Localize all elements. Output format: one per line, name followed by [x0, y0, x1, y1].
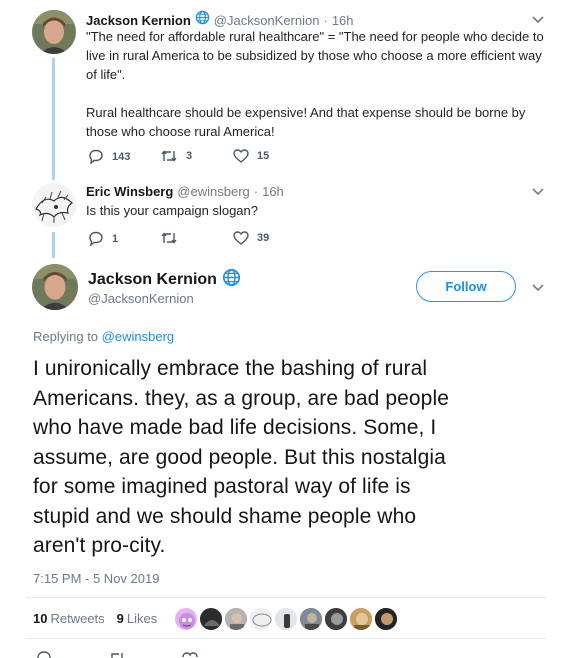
- author-name[interactable]: Jackson Kernion: [88, 271, 217, 289]
- text-line: assume, are good people. But this nostal…: [33, 445, 446, 469]
- text-line: those who choose rural America!: [86, 124, 275, 139]
- text-line: for some imagined pastoral way of life i…: [33, 475, 411, 498]
- reply-button[interactable]: 143: [88, 149, 130, 164]
- text-line: live in rural America to be subsidized b…: [86, 48, 542, 63]
- globe-icon: [222, 268, 241, 292]
- chevron-down-icon[interactable]: [532, 284, 544, 292]
- tweet-time[interactable]: 16h: [332, 13, 354, 28]
- tweet-header: Eric Winsberg @ewinsberg · 16h: [86, 184, 284, 199]
- like-button[interactable]: 39: [233, 231, 269, 245]
- reply-icon: [89, 149, 103, 164]
- text-line: stupid and we should shame people who: [33, 504, 417, 528]
- retweets-label: Retweets: [50, 611, 105, 626]
- main-tweet-text: I unironically embrace the bashing of ru…: [33, 354, 543, 561]
- like-button[interactable]: 15: [233, 149, 269, 163]
- text-line: who have made bad life decisions. Some, …: [33, 416, 437, 439]
- liker-avatar[interactable]: [224, 607, 248, 631]
- reply-count: 1: [112, 232, 119, 245]
- retweets-stat[interactable]: 10 Retweets: [33, 611, 105, 626]
- thread-line: [52, 58, 55, 180]
- text-line: [86, 84, 556, 103]
- tweet-text: "The need for affordable rural healthcar…: [86, 27, 556, 141]
- text-line: "The need for affordable rural healthcar…: [86, 29, 544, 44]
- liker-avatar[interactable]: [174, 607, 198, 631]
- reply-icon: [89, 231, 103, 246]
- main-author[interactable]: Jackson Kernion: [88, 268, 241, 292]
- text-line: Rural healthcare should be expensive! An…: [86, 105, 526, 120]
- reply-count: 143: [112, 150, 131, 163]
- liker-avatar[interactable]: [274, 607, 298, 631]
- divider: [26, 638, 546, 639]
- avatar[interactable]: [32, 183, 76, 227]
- replying-prefix: Replying to: [33, 329, 99, 344]
- reply-button[interactable]: 1: [88, 231, 118, 246]
- retweet-button[interactable]: 3: [160, 149, 192, 163]
- like-count: 15: [257, 150, 270, 162]
- reply-icon[interactable]: [36, 650, 52, 658]
- replying-to-link[interactable]: @ewinsberg: [102, 329, 174, 344]
- retweet-icon: [161, 150, 177, 162]
- author-handle[interactable]: @JacksonKernion: [214, 13, 320, 28]
- retweets-count: 10: [33, 611, 48, 626]
- avatar[interactable]: [32, 10, 76, 54]
- timestamp[interactable]: 7:15 PM - 5 Nov 2019: [33, 571, 159, 586]
- author-name[interactable]: Eric Winsberg: [86, 184, 173, 199]
- likes-stat[interactable]: 9 Likes: [117, 611, 158, 626]
- follow-button[interactable]: Follow: [416, 271, 516, 302]
- retweet-button[interactable]: [160, 231, 186, 245]
- liker-avatar[interactable]: [199, 607, 223, 631]
- separator: ·: [253, 184, 259, 199]
- divider: [26, 597, 546, 598]
- likes-label: Likes: [126, 611, 158, 626]
- text-line: aren't pro-city.: [33, 534, 166, 557]
- heart-icon: [233, 231, 249, 245]
- liker-avatar[interactable]: [349, 607, 373, 631]
- liker-avatar[interactable]: [249, 607, 273, 631]
- chevron-down-icon[interactable]: [532, 16, 544, 24]
- liker-avatar[interactable]: [324, 607, 348, 631]
- author-handle[interactable]: @ewinsberg: [177, 184, 249, 199]
- text-line: I unironically embrace the bashing of ru…: [33, 357, 428, 380]
- retweet-icon[interactable]: [108, 650, 126, 658]
- heart-icon[interactable]: [182, 651, 198, 658]
- separator: ·: [323, 12, 328, 28]
- likes-count: 9: [116, 611, 124, 626]
- avatar[interactable]: [32, 264, 78, 310]
- text-line: of life".: [86, 67, 126, 82]
- like-count: 39: [257, 232, 270, 244]
- engagement-stats: 10 Retweets 9 Likes: [33, 611, 157, 626]
- retweet-count: 3: [186, 150, 193, 162]
- author-name[interactable]: Jackson Kernion: [86, 13, 191, 28]
- text-line: Americans. they, as a group, are bad peo…: [33, 386, 449, 410]
- liker-avatar[interactable]: [374, 607, 398, 631]
- thread-line: [52, 232, 55, 258]
- heart-icon: [233, 149, 249, 163]
- liker-avatar[interactable]: [299, 607, 323, 631]
- tweet-time[interactable]: 16h: [262, 184, 284, 199]
- text-line: Is this your campaign slogan?: [86, 203, 258, 218]
- author-handle[interactable]: @JacksonKernion: [88, 291, 194, 306]
- tweet-text: Is this your campaign slogan?: [86, 201, 556, 220]
- replying-to: Replying to @ewinsberg: [33, 329, 174, 344]
- chevron-down-icon[interactable]: [532, 188, 544, 196]
- retweet-icon: [161, 232, 177, 244]
